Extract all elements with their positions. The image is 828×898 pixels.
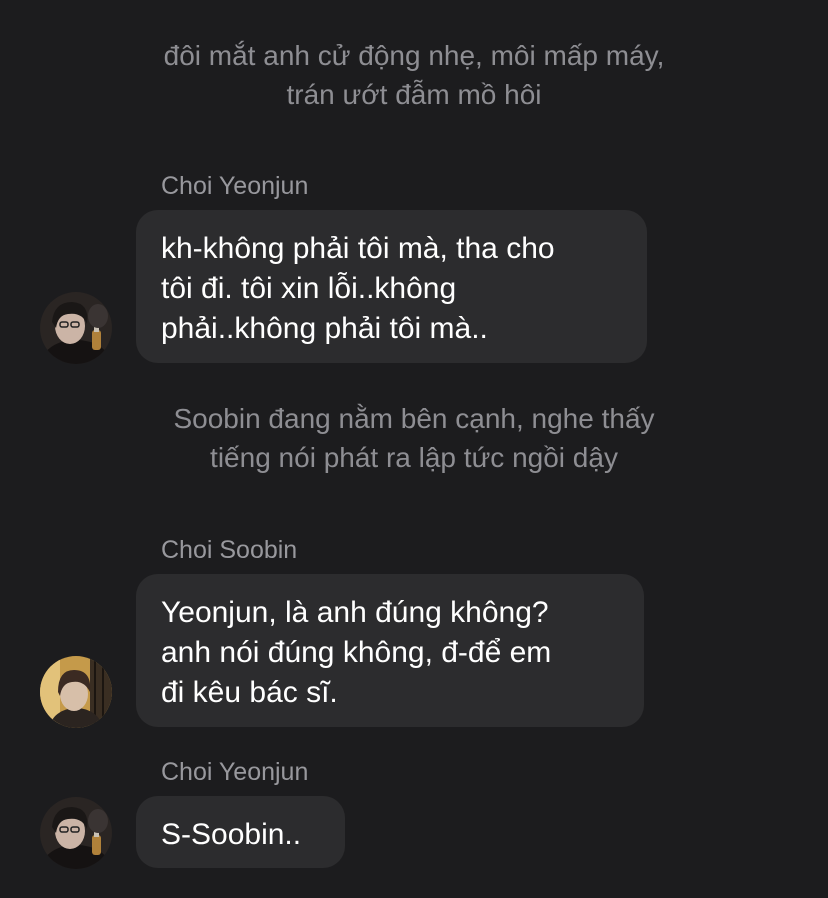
message-bubble[interactable]: Yeonjun, là anh đúng không? anh nói đúng…	[136, 574, 644, 727]
avatar-photo-icon	[40, 292, 112, 364]
message-bubble[interactable]: kh-không phải tôi mà, tha cho tôi đi. tô…	[136, 210, 647, 363]
avatar-photo-icon	[40, 797, 112, 869]
avatar-yeonjun[interactable]	[40, 292, 112, 364]
sender-name-soobin: Choi Soobin	[161, 536, 298, 564]
message-bubble[interactable]: S-Soobin..	[136, 796, 345, 868]
avatar-soobin[interactable]	[40, 656, 112, 728]
narration-text: đôi mắt anh cử động nhẹ, môi mấp máy, tr…	[163, 40, 665, 110]
avatar-photo-icon	[40, 656, 112, 728]
avatar-yeonjun[interactable]	[40, 797, 112, 869]
sender-name-yeonjun: Choi Yeonjun	[161, 758, 309, 786]
sender-name-yeonjun: Choi Yeonjun	[161, 172, 309, 200]
narration-text: Soobin đang nằm bên cạnh, nghe thấy tiến…	[173, 403, 655, 473]
